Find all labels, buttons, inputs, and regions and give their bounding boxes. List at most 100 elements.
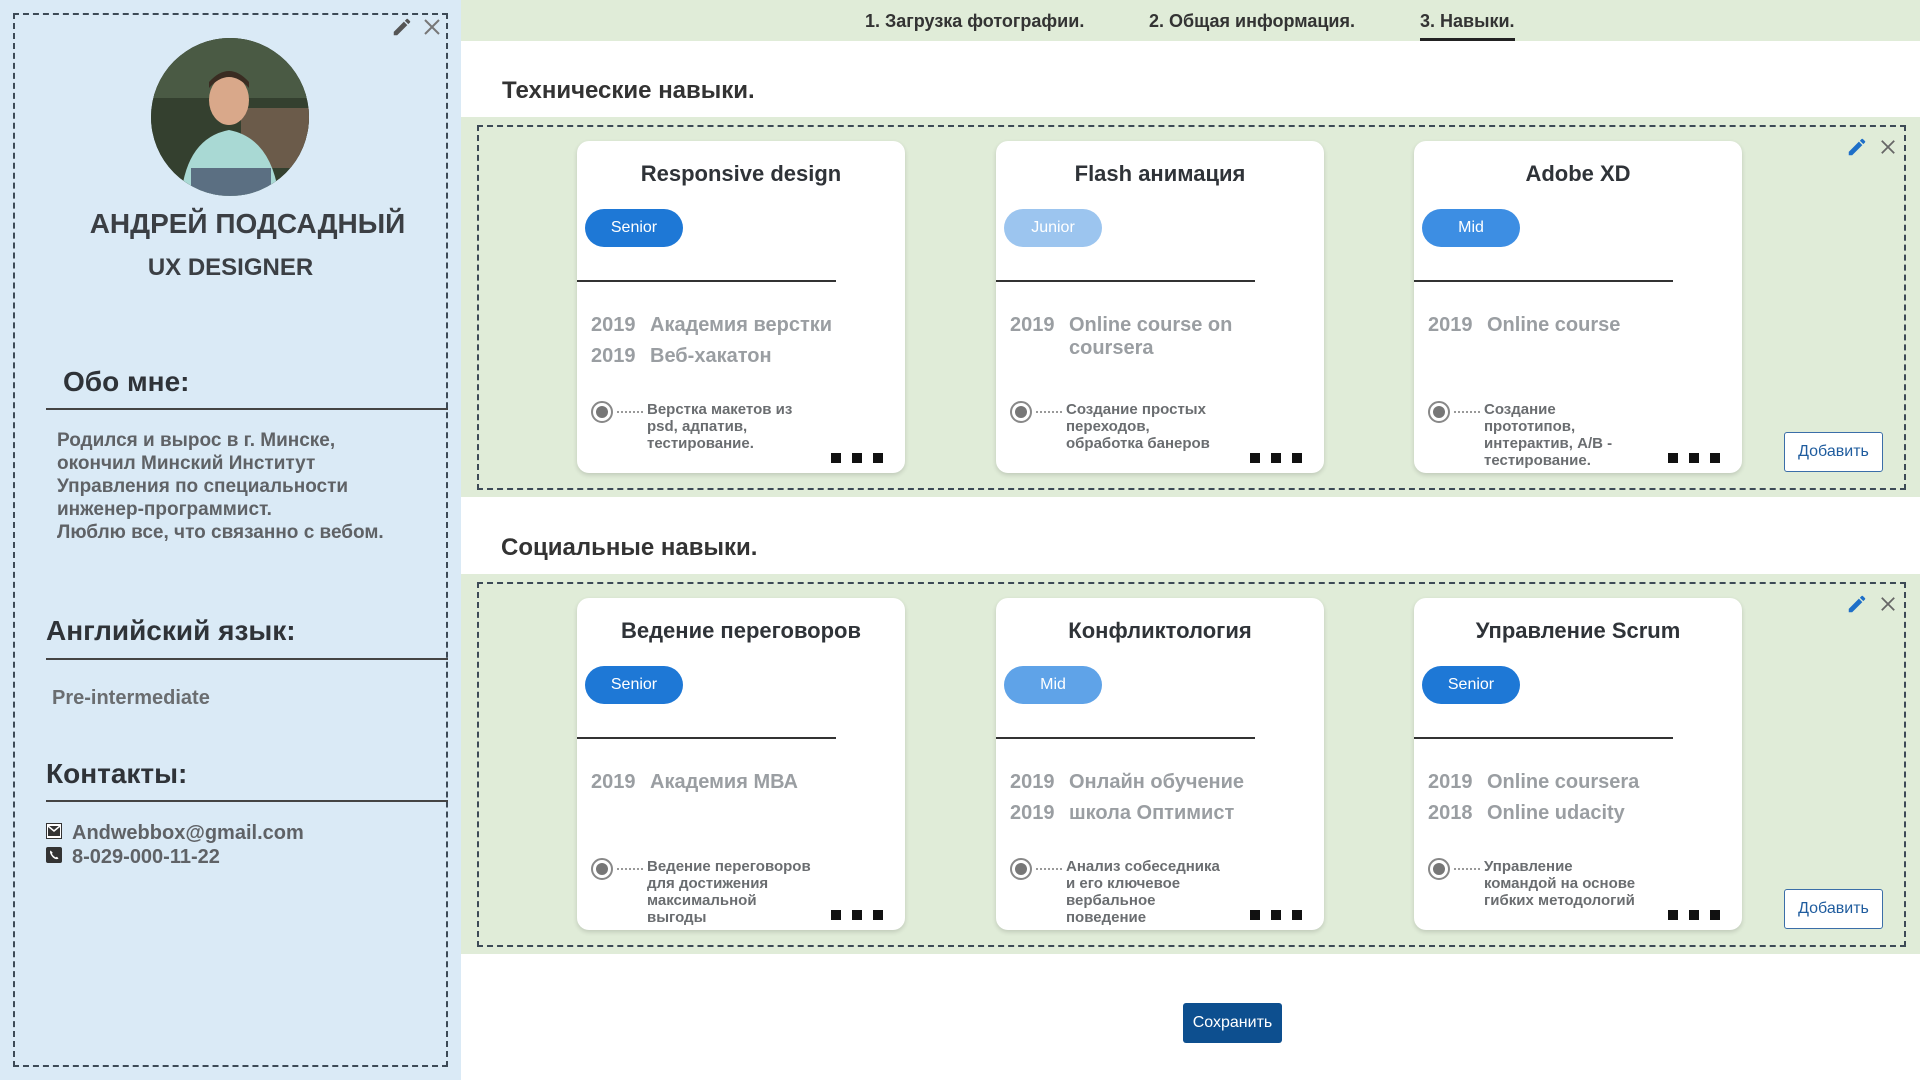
education-year: 2018 [1428,802,1473,824]
contact-phone[interactable]: 8-029-000-11-22 [46,846,220,869]
close-profile-icon[interactable] [423,18,441,36]
add-social-skill-button[interactable]: Добавить [1784,889,1883,929]
education-item: 2019 Веб-хакатон [591,345,891,368]
dotted-connector [617,868,643,926]
step-skills[interactable]: 3. Навыки. [1420,11,1515,41]
education-year: 2019 [1010,314,1055,336]
divider [996,737,1255,739]
social-skills-band: Ведение переговоров Senior 2019 Академия МВ… [461,574,1920,954]
skill-level-badge[interactable]: Senior [585,209,683,247]
skill-card[interactable]: Adobe XD Mid 2019 Online course Создание про… [1414,141,1742,473]
skill-level-badge[interactable]: Senior [585,666,683,704]
skill-card[interactable]: Flash анимация Junior 2019 Online course on… [996,141,1324,473]
education-name: Online course on coursera [1069,314,1233,359]
english-level: Pre-intermediate [52,687,210,709]
education-item: 2019 школа Оптимист [1010,802,1310,825]
phone-text: 8-029-000-11-22 [72,846,220,868]
skill-title: Adobe XD [1525,161,1631,186]
skill-title: Управление Scrum [1475,618,1681,643]
skill-title: Ведение переговоров [620,618,862,643]
social-tools [1846,593,1896,620]
contacts-heading: Контакты: [46,758,188,789]
education-name: Online coursera [1487,771,1640,793]
save-button[interactable]: Сохранить [1183,1003,1282,1043]
radio-icon[interactable] [1010,401,1032,423]
about-heading: Обо мне: [63,366,190,397]
education-year: 2019 [591,345,636,367]
email-text: Andwebbox@gmail.com [72,822,304,844]
close-technical-icon[interactable] [1880,139,1896,160]
close-social-icon[interactable] [1880,596,1896,617]
education-year: 2019 [1428,771,1473,793]
add-technical-skill-button[interactable]: Добавить [1784,432,1883,472]
education-year: 2019 [1010,771,1055,793]
step-general-info[interactable]: 2. Общая информация. [1149,11,1355,32]
divider [46,408,448,410]
avatar[interactable] [151,38,309,196]
education-name: Академия верстки [650,314,833,336]
education-list: 2019 Online coursera 2018 Online udacity [1428,771,1728,833]
education-name: Онлайн обучение [1069,771,1245,793]
education-year: 2019 [1428,314,1473,336]
dotted-connector [1454,411,1480,469]
dotted-connector [617,411,643,452]
more-options-icon[interactable] [1668,910,1720,920]
divider [577,280,836,282]
radio-icon[interactable] [1010,858,1032,880]
person-name: АНДРЕЙ ПОДСАДНЫЙ [89,208,406,239]
radio-icon[interactable] [1428,401,1450,423]
skill-level-badge[interactable]: Senior [1422,666,1520,704]
education-list: 2019 Онлайн обучение 2019 школа Оптимист [1010,771,1310,833]
english-heading: Английский язык: [46,615,296,646]
steps-nav: 1. Загрузка фотографии. 2. Общая информа… [461,0,1920,41]
edit-social-pencil-icon[interactable] [1846,593,1868,620]
skill-description: Анализ собеседника и его ключевое вербал… [1010,858,1230,926]
radio-icon[interactable] [591,858,613,880]
sidebar-tools [391,16,441,38]
more-options-icon[interactable] [831,453,883,463]
radio-icon[interactable] [591,401,613,423]
skill-card[interactable]: Конфликтология Mid 2019 Онлайн обучение 2019… [996,598,1324,930]
education-item: 2018 Online udacity [1428,802,1728,825]
education-name: Online course [1487,314,1621,336]
contact-email[interactable]: Andwebbox@gmail.com [46,822,304,845]
education-item: 2019 Online course [1428,314,1728,337]
skill-description: Создание прототипов, интерактив, A/B - т… [1428,401,1648,469]
skill-card[interactable]: Управление Scrum Senior 2019 Online courser… [1414,598,1742,930]
skill-card[interactable]: Responsive design Senior 2019 Академия верс… [577,141,905,473]
more-options-icon[interactable] [1668,453,1720,463]
education-name: школа Оптимист [1069,802,1235,824]
education-list: 2019 Академия верстки 2019 Веб-хакатон [591,314,891,376]
technical-skills-title: Технические навыки. [502,77,755,104]
divider [996,280,1255,282]
phone-icon [46,846,62,869]
person-role: UX DESIGNER [147,254,314,281]
edit-technical-pencil-icon[interactable] [1846,136,1868,163]
education-name: Online udacity [1487,802,1625,824]
edit-profile-pencil-icon[interactable] [391,16,413,38]
more-options-icon[interactable] [831,910,883,920]
skill-description-text: Создание прототипов, интерактив, A/B - т… [1484,401,1613,469]
skill-level-badge[interactable]: Mid [1004,666,1102,704]
skill-description: Верстка макетов из psd, адпатив, тестиро… [591,401,811,452]
more-options-icon[interactable] [1250,910,1302,920]
skill-level-badge[interactable]: Junior [1004,209,1102,247]
education-name: Веб-хакатон [650,345,772,367]
radio-icon[interactable] [1428,858,1450,880]
education-list: 2019 Online course on coursera [1010,314,1310,368]
divider [1414,737,1673,739]
skill-description: Создание простых переходов, обработка ба… [1010,401,1230,452]
education-item: 2019 Онлайн обучение [1010,771,1310,794]
technical-skills-band: Responsive design Senior 2019 Академия верс… [461,117,1920,497]
education-item: 2019 Online course on coursera [1010,314,1310,360]
education-name: Академия МВА [650,771,798,793]
divider [46,658,448,660]
education-list: 2019 Академия МВА [591,771,891,802]
step-upload-photo[interactable]: 1. Загрузка фотографии. [865,11,1084,32]
skill-level-badge[interactable]: Mid [1422,209,1520,247]
technical-tools [1846,136,1896,163]
more-options-icon[interactable] [1250,453,1302,463]
skill-card[interactable]: Ведение переговоров Senior 2019 Академия МВ… [577,598,905,930]
skill-description: Ведение переговоров для достижения макси… [591,858,811,926]
dotted-connector [1454,868,1480,909]
